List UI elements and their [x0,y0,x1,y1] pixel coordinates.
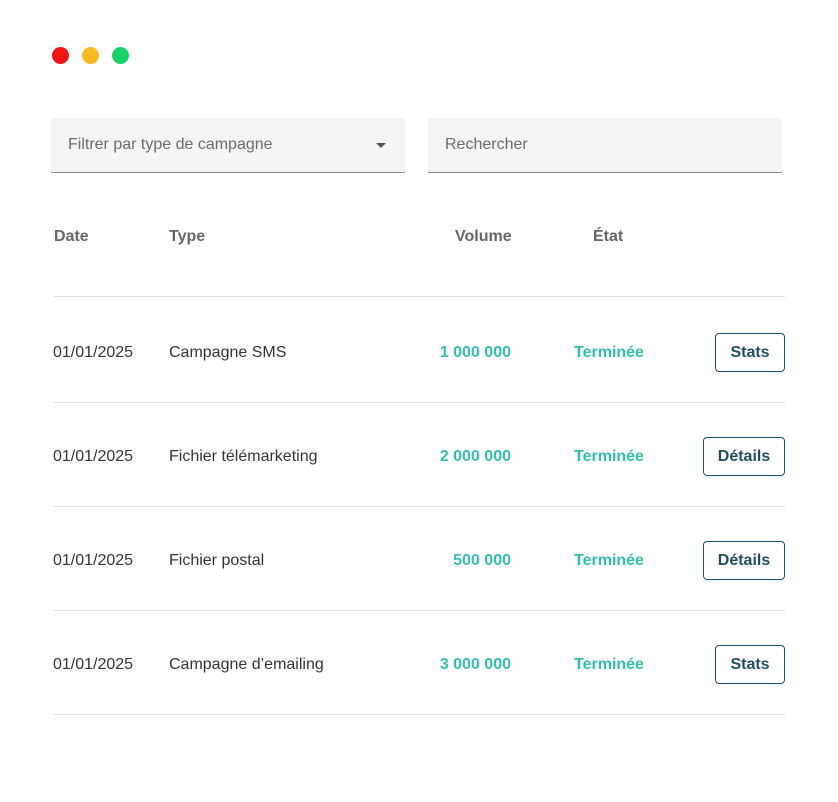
row-divider [54,402,785,403]
row-divider [54,714,785,715]
window-controls [52,47,129,64]
row-volume: 1 000 000 [439,344,511,361]
maximize-window-button[interactable] [112,47,129,64]
column-header-date: Date [54,228,89,245]
row-date: 01/01/2025 [53,656,134,673]
row-type: Campagne d’emailing [169,656,324,673]
row-state: Terminée [574,344,644,361]
campaign-type-filter-label: Filtrer par type de campagne [68,136,273,153]
stats-button[interactable]: Stats [715,333,785,372]
header-divider [54,296,785,297]
close-window-button[interactable] [52,47,69,64]
row-date: 01/01/2025 [53,448,134,465]
row-volume: 3 000 000 [439,656,511,673]
search-input[interactable] [445,136,765,154]
row-state: Terminée [574,656,644,673]
row-type: Campagne SMS [169,344,287,361]
minimize-window-button[interactable] [82,47,99,64]
dropdown-arrow-icon [376,143,386,148]
column-header-volume: Volume [455,228,512,245]
row-divider [54,610,785,611]
row-volume: 2 000 000 [439,448,511,465]
stats-button[interactable]: Stats [715,645,785,684]
row-type: Fichier télémarketing [169,448,318,465]
row-type: Fichier postal [169,552,265,569]
search-field[interactable] [428,118,782,173]
column-header-state: État [593,228,624,245]
row-date: 01/01/2025 [53,552,134,569]
campaign-list-window: Filtrer par type de campagne Date Type V… [0,0,838,802]
row-date: 01/01/2025 [53,344,134,361]
row-divider [54,506,785,507]
campaign-type-filter-select[interactable]: Filtrer par type de campagne [51,118,405,173]
column-header-type: Type [169,228,206,245]
details-button[interactable]: Détails [703,541,785,580]
row-state: Terminée [574,552,644,569]
row-volume: 500 000 [453,552,511,569]
details-button[interactable]: Détails [703,437,785,476]
row-state: Terminée [574,448,644,465]
